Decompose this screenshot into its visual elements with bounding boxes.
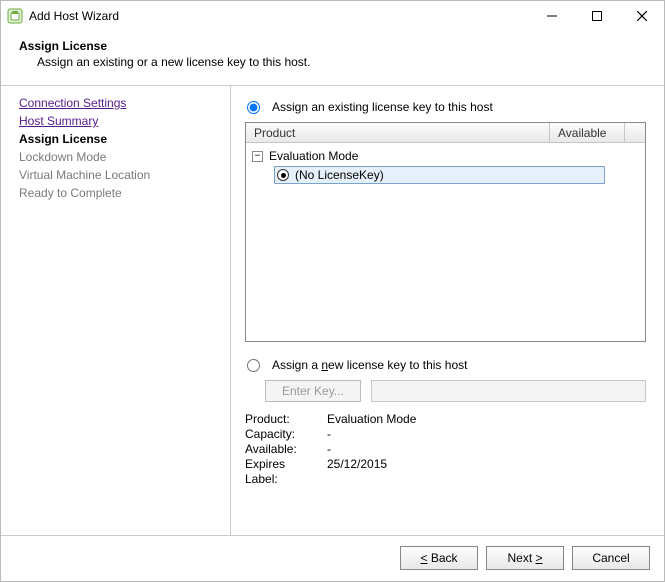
- app-icon: [7, 8, 23, 24]
- info-label-label: Label:: [245, 472, 315, 486]
- column-spacer: [625, 123, 645, 142]
- assign-new-radio[interactable]: [247, 359, 260, 372]
- license-info: Product: Evaluation Mode Capacity: - Ava…: [245, 412, 646, 486]
- license-item-label: (No LicenseKey): [295, 168, 384, 182]
- column-available[interactable]: Available: [550, 123, 625, 142]
- info-available-value: -: [327, 442, 646, 456]
- expander-collapse-icon[interactable]: −: [252, 151, 263, 162]
- maximize-button[interactable]: [574, 1, 619, 31]
- assign-new-label: Assign a new license key to this host: [272, 358, 467, 372]
- titlebar: Add Host Wizard: [1, 1, 664, 31]
- wizard-main-panel: Assign an existing license key to this h…: [231, 86, 664, 535]
- info-label-value: [327, 472, 646, 486]
- step-vm-location: Virtual Machine Location: [19, 166, 220, 184]
- selected-radio-icon: [277, 169, 289, 181]
- info-expires-label: Expires: [245, 457, 315, 471]
- assign-existing-radio[interactable]: [247, 101, 260, 114]
- license-group-row[interactable]: − Evaluation Mode: [252, 147, 639, 165]
- license-tree[interactable]: Product Available − Evaluation Mode (No …: [245, 122, 646, 342]
- info-available-label: Available:: [245, 442, 315, 456]
- info-capacity-label: Capacity:: [245, 427, 315, 441]
- info-expires-value: 25/12/2015: [327, 457, 646, 471]
- cancel-button[interactable]: Cancel: [572, 546, 650, 570]
- assign-existing-label: Assign an existing license key to this h…: [272, 100, 493, 114]
- info-capacity-value: -: [327, 427, 646, 441]
- back-button[interactable]: < Back: [400, 546, 478, 570]
- info-product-value: Evaluation Mode: [327, 412, 646, 426]
- page-title: Assign License: [19, 39, 664, 53]
- step-ready-complete: Ready to Complete: [19, 184, 220, 202]
- info-product-label: Product:: [245, 412, 315, 426]
- step-lockdown-mode: Lockdown Mode: [19, 148, 220, 166]
- assign-new-radio-row[interactable]: Assign a new license key to this host: [245, 358, 646, 372]
- column-product[interactable]: Product: [246, 123, 550, 142]
- close-button[interactable]: [619, 1, 664, 31]
- page-subtitle: Assign an existing or a new license key …: [19, 55, 664, 69]
- license-item-row[interactable]: (No LicenseKey): [274, 165, 639, 185]
- wizard-header: Assign License Assign an existing or a n…: [1, 31, 664, 86]
- enter-key-button: Enter Key...: [265, 380, 361, 402]
- minimize-button[interactable]: [529, 1, 574, 31]
- step-connection-settings[interactable]: Connection Settings: [19, 94, 220, 112]
- step-assign-license: Assign License: [19, 130, 220, 148]
- license-group-label: Evaluation Mode: [269, 147, 358, 165]
- license-tree-header: Product Available: [246, 123, 645, 143]
- next-button[interactable]: Next >: [486, 546, 564, 570]
- assign-existing-radio-row[interactable]: Assign an existing license key to this h…: [245, 100, 646, 114]
- license-key-input: [371, 380, 646, 402]
- step-host-summary[interactable]: Host Summary: [19, 112, 220, 130]
- wizard-steps-sidebar: Connection Settings Host Summary Assign …: [1, 86, 231, 535]
- window-title: Add Host Wizard: [29, 9, 119, 23]
- wizard-footer: < Back Next > Cancel: [1, 536, 664, 580]
